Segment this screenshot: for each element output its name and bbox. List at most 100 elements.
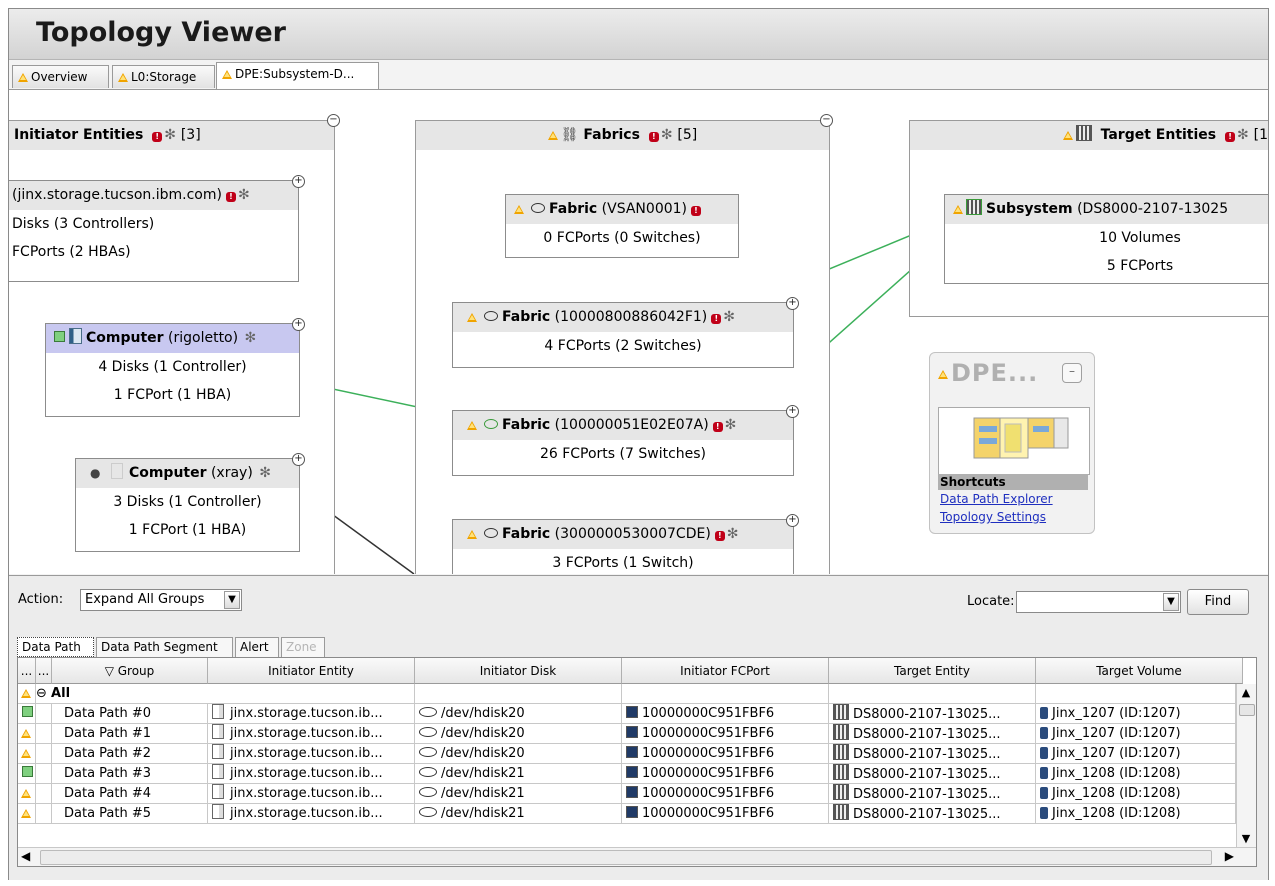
node-fabric1-type: Fabric: [549, 201, 598, 217]
disk-cell: /dev/hdisk21: [415, 804, 622, 824]
col-initiator-fcport[interactable]: Initiator FCPort: [622, 658, 829, 684]
shortcuts-header: Shortcuts: [938, 474, 1088, 490]
node-fabric3-header: Fabric (100000051E02E07A)! ✻: [453, 411, 793, 440]
collapse-icon[interactable]: −: [820, 114, 833, 127]
expand-icon[interactable]: +: [786, 405, 799, 418]
chevron-down-icon[interactable]: ▼: [224, 591, 240, 609]
col-initiator-entity[interactable]: Initiator Entity: [208, 658, 415, 684]
disk-icon: [419, 747, 437, 757]
node-fabric-vsan0001[interactable]: Fabric (VSAN0001)! 0 FCPorts (0 Switches…: [505, 194, 739, 258]
warning-icon: [514, 205, 524, 214]
node-subsystem-type: Subsystem: [986, 201, 1073, 217]
table-row-all[interactable]: ⊖ All: [18, 684, 1236, 704]
tab-data-path-segment[interactable]: Data Path Segment: [96, 637, 233, 657]
group-cell: Data Path #1: [52, 724, 208, 744]
data-path-explorer-link[interactable]: Data Path Explorer: [938, 491, 1088, 507]
scroll-left-icon[interactable]: ◀: [21, 849, 30, 863]
expand-icon[interactable]: +: [292, 318, 305, 331]
status-ok-icon: [54, 331, 65, 342]
minimap-thumbnail[interactable]: [938, 407, 1090, 475]
col-target-volume[interactable]: Target Volume: [1036, 658, 1243, 684]
action-select[interactable]: Expand All Groups ▼: [80, 589, 242, 611]
collapse-icon[interactable]: ⊖: [36, 686, 47, 701]
subsystem-icon: [833, 744, 849, 760]
group-cell: Data Path #2: [52, 744, 208, 764]
topology-canvas[interactable]: Initiator Entities ! ✻ [3] − (jinx.storag…: [9, 89, 1268, 574]
target-group-count: [1: [1253, 127, 1268, 143]
target-cell: DS8000-2107-13025...: [829, 764, 1036, 784]
locate-input[interactable]: ▼: [1016, 591, 1181, 613]
scroll-right-icon[interactable]: ▶: [1225, 849, 1234, 863]
warning-icon: [21, 789, 31, 798]
table-row[interactable]: Data Path #0 jinx.storage.tucson.ib... /de…: [18, 704, 1236, 724]
node-fabric-3000000530007cde[interactable]: Fabric (3000000530007CDE)! ✻ 3 FCPorts (1…: [452, 519, 794, 574]
scroll-up-icon[interactable]: ▲: [1239, 686, 1253, 700]
tab-overview[interactable]: Overview: [12, 65, 109, 88]
volume-icon: [1040, 787, 1048, 799]
volume-value: Jinx_1207 (ID:1207): [1052, 706, 1181, 721]
tab-data-path[interactable]: Data Path: [17, 637, 94, 657]
disk-value: /dev/hdisk20: [441, 746, 525, 761]
node-fabric4-type: Fabric: [502, 526, 551, 542]
document-icon: [212, 804, 224, 819]
col-status2[interactable]: ...: [36, 658, 52, 684]
volume-cell: Jinx_1208 (ID:1208): [1036, 804, 1236, 824]
node-fabric-100000051e02e07a[interactable]: Fabric (100000051E02E07A)! ✻ 26 FCPorts (…: [452, 410, 794, 476]
scroll-thumb[interactable]: [1239, 704, 1255, 716]
fabric-icon: [484, 311, 498, 321]
expand-icon[interactable]: +: [786, 514, 799, 527]
node-fabric-10000800886042f1[interactable]: Fabric (10000800886042F1)! ✻ 4 FCPorts (2…: [452, 302, 794, 368]
target-cell: DS8000-2107-13025...: [829, 744, 1036, 764]
target-value: DS8000-2107-13025...: [853, 787, 1001, 802]
disk-cell: /dev/hdisk20: [415, 744, 622, 764]
find-button[interactable]: Find: [1187, 589, 1249, 615]
topology-settings-link[interactable]: Topology Settings: [938, 509, 1088, 525]
warning-icon: [118, 73, 128, 82]
document-icon: [212, 784, 224, 799]
expand-icon[interactable]: +: [292, 175, 305, 188]
tab-dpe-subsystem[interactable]: DPE:Subsystem-D...: [216, 62, 379, 89]
chevron-down-icon[interactable]: ▼: [1163, 593, 1179, 611]
expand-icon[interactable]: +: [292, 453, 305, 466]
minimize-button[interactable]: –: [1062, 363, 1082, 383]
group-cell: Data Path #5: [52, 804, 208, 824]
vertical-scrollbar[interactable]: ▲ ▼: [1236, 684, 1256, 848]
scroll-thumb[interactable]: [40, 850, 1212, 865]
expand-icon[interactable]: +: [786, 297, 799, 310]
col-target-entity[interactable]: Target Entity: [829, 658, 1036, 684]
entity-value: jinx.storage.tucson.ib...: [230, 726, 383, 741]
table-row[interactable]: Data Path #4 jinx.storage.tucson.ib... /de…: [18, 784, 1236, 804]
volume-icon: [1040, 727, 1048, 739]
volume-cell: Jinx_1208 (ID:1208): [1036, 764, 1236, 784]
node-subsystem-line2: 5 FCPorts: [1106, 258, 1174, 274]
collapse-icon[interactable]: −: [327, 114, 340, 127]
empty-cell: [415, 684, 622, 704]
document-icon: [212, 744, 224, 759]
table-row[interactable]: Data Path #1 jinx.storage.tucson.ib... /de…: [18, 724, 1236, 744]
col-group[interactable]: ▽ Group: [52, 658, 208, 684]
node-xray[interactable]: ● Computer (xray) ✻ 3 Disks (1 Controlle…: [75, 458, 300, 552]
tab-alert[interactable]: Alert: [235, 637, 279, 657]
table-row[interactable]: Data Path #3 jinx.storage.tucson.ib... /de…: [18, 764, 1236, 784]
port-cell: 10000000C951FBF6: [622, 724, 829, 744]
node-rigoletto-header: Computer (rigoletto) ✻: [46, 324, 299, 353]
horizontal-scrollbar[interactable]: ◀ ▶: [18, 847, 1256, 866]
scroll-down-icon[interactable]: ▼: [1239, 832, 1253, 846]
table-row[interactable]: Data Path #5 jinx.storage.tucson.ib... /de…: [18, 804, 1236, 824]
error-icon: !: [1225, 132, 1236, 142]
node-subsystem[interactable]: Subsystem (DS8000-2107-13025 10 Volumes …: [944, 194, 1268, 284]
dpe-panel-title-text: DPE...: [951, 359, 1039, 387]
data-path-table: ... ... ▽ Group Initiator Entity Initiat…: [17, 657, 1257, 867]
node-rigoletto[interactable]: Computer (rigoletto) ✻ 4 Disks (1 Contro…: [45, 323, 300, 417]
empty-cell: [208, 684, 415, 704]
table-row[interactable]: Data Path #2 jinx.storage.tucson.ib... /de…: [18, 744, 1236, 764]
status-unknown-icon: ●: [90, 466, 101, 480]
col-initiator-disk[interactable]: Initiator Disk: [415, 658, 622, 684]
topology-viewer-window: Topology Viewer Overview L0:Storage DPE:…: [8, 8, 1269, 880]
col-status[interactable]: ...: [18, 658, 36, 684]
tab-l0-storage[interactable]: L0:Storage: [112, 65, 215, 88]
dot-cell: [36, 724, 52, 744]
node-jinx[interactable]: (jinx.storage.tucson.ibm.com)! ✻ Disks (3…: [9, 180, 299, 282]
port-icon: [626, 786, 638, 798]
tab-l0-storage-label: L0:Storage: [131, 70, 197, 84]
